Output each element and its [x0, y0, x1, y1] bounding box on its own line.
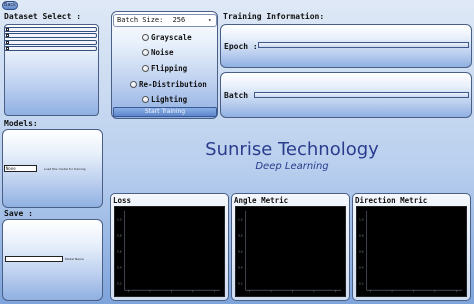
dataset-item[interactable] [4, 33, 97, 38]
brand-title: Sunrise Technology [205, 139, 379, 160]
chevron-down-icon: ▾ [208, 17, 212, 24]
y-tick-label: 0.8 [117, 234, 122, 238]
dataset-item[interactable] [4, 27, 97, 32]
model-input[interactable]: None [4, 165, 37, 172]
dataset-item[interactable] [4, 46, 97, 51]
batch-size-label: Batch Size: [117, 16, 164, 24]
dataset-checkbox[interactable] [6, 47, 9, 50]
back-button[interactable]: Back [2, 1, 18, 10]
y-tick-label: 0.2 [359, 281, 364, 285]
batch-size-select[interactable]: Batch Size: 256 ▾ [113, 14, 217, 27]
chart-axis [245, 210, 342, 291]
loss-chart: 1.0 0.8 0.6 0.4 0.2 [114, 206, 225, 297]
direction-metric-chart-title: Direction Metric [355, 196, 428, 205]
dataset-select-title: Dataset Select : [4, 12, 82, 21]
dataset-item[interactable] [4, 40, 97, 45]
radio-icon[interactable] [142, 96, 149, 103]
start-training-button[interactable]: Start Training [113, 107, 217, 117]
model-name-input[interactable] [5, 256, 63, 262]
dataset-checkbox[interactable] [6, 41, 9, 44]
dataset-checkbox[interactable] [6, 34, 9, 37]
angle-metric-chart: 1.0 0.8 0.6 0.4 0.2 [235, 206, 346, 297]
direction-metric-chart-panel: Direction Metric 1.0 0.8 0.6 0.4 0.2 [352, 193, 471, 301]
training-info-title: Training Information: [223, 12, 325, 21]
batch-size-value: 256 [172, 16, 186, 24]
save-title: Save : [4, 209, 33, 218]
epoch-label: Epoch : [224, 42, 258, 51]
model-name-hint: Model Name [65, 257, 84, 261]
brand-subtitle: Deep Learning [255, 161, 329, 172]
y-tick-label: 1.0 [117, 218, 122, 222]
y-tick-label: 0.4 [238, 265, 243, 269]
y-tick-label: 0.6 [117, 249, 122, 253]
loss-chart-title: Loss [113, 196, 132, 205]
loss-chart-panel: Loss 1.0 0.8 0.6 0.4 0.2 [110, 193, 229, 301]
radio-icon[interactable] [142, 65, 149, 72]
y-tick-label: 0.2 [117, 281, 122, 285]
y-tick-label: 0.8 [359, 234, 364, 238]
direction-metric-chart: 1.0 0.8 0.6 0.4 0.2 [356, 206, 467, 297]
y-tick-label: 0.6 [238, 249, 243, 253]
angle-metric-chart-title: Angle Metric [234, 196, 289, 205]
models-title: Models: [4, 119, 38, 128]
radio-icon[interactable] [142, 34, 149, 41]
radio-icon[interactable] [130, 81, 137, 88]
batch-label: Batch : [224, 91, 258, 100]
y-tick-label: 1.0 [238, 218, 243, 222]
y-tick-label: 0.4 [117, 265, 122, 269]
radio-icon[interactable] [142, 49, 149, 56]
y-tick-label: 0.8 [238, 234, 243, 238]
chart-axis [366, 210, 463, 291]
y-tick-label: 1.0 [359, 218, 364, 222]
y-tick-label: 0.4 [359, 265, 364, 269]
epoch-progress-bar [258, 42, 469, 48]
batch-progress-bar [254, 92, 469, 98]
y-tick-label: 0.6 [359, 249, 364, 253]
angle-metric-chart-panel: Angle Metric 1.0 0.8 0.6 0.4 0.2 [231, 193, 350, 301]
dataset-checkbox[interactable] [6, 28, 9, 31]
y-tick-label: 0.2 [238, 281, 243, 285]
chart-axis [124, 210, 221, 291]
model-hint: Load this model for training [44, 167, 86, 171]
